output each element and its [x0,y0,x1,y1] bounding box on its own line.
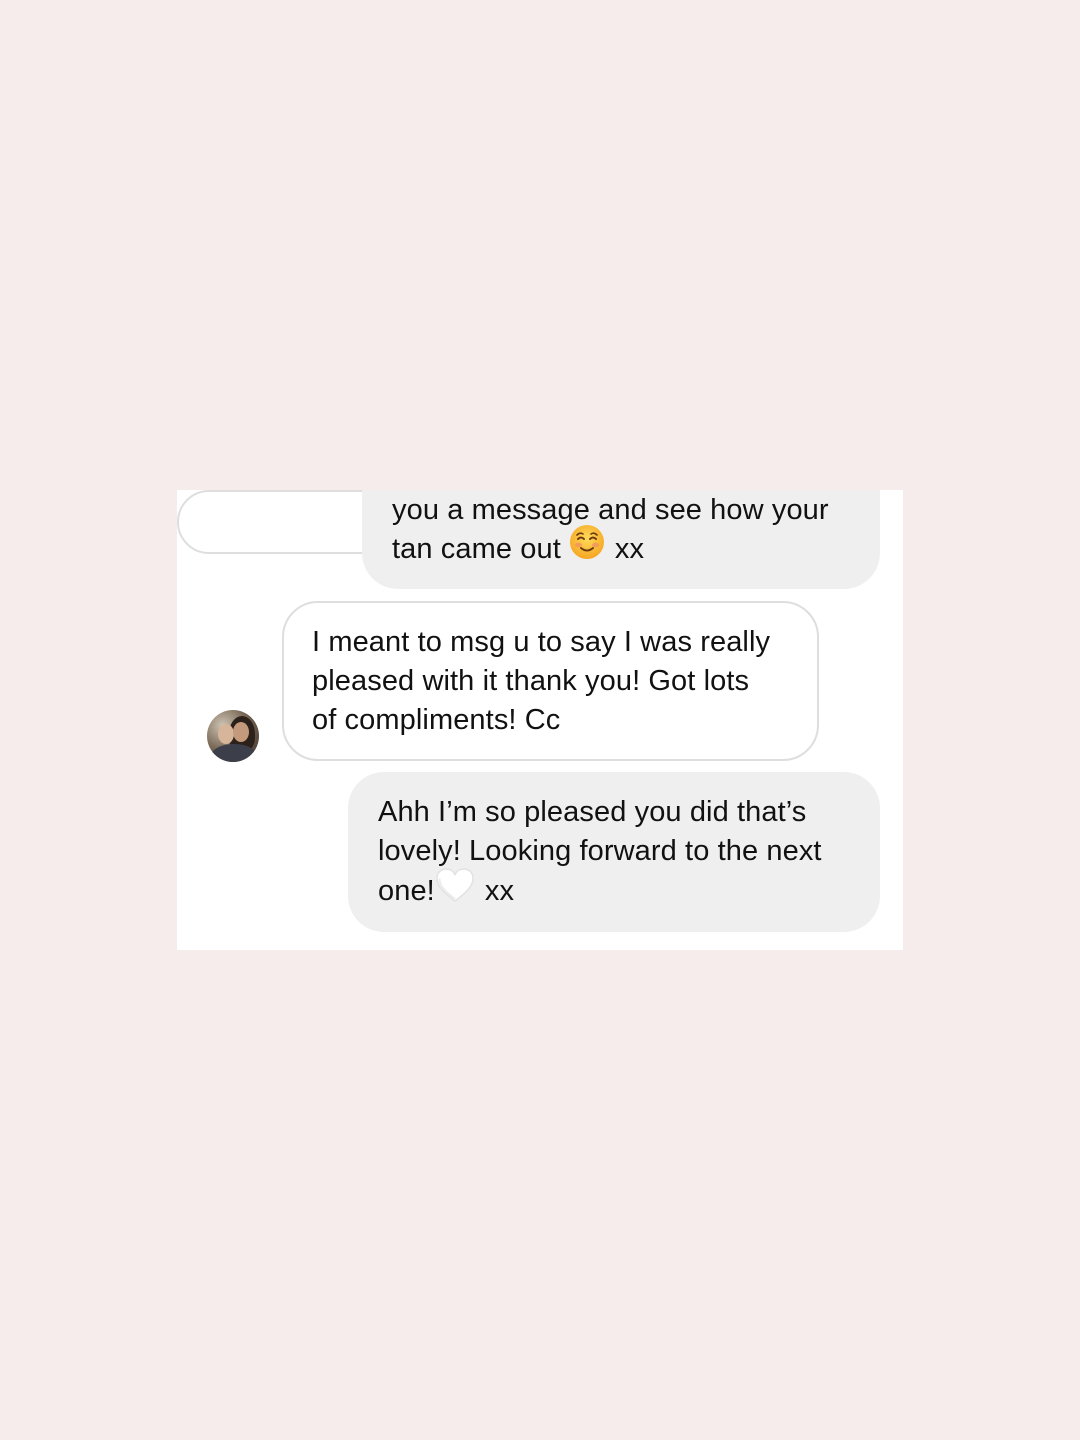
message-text-line: one! xx [378,868,880,914]
message-text-line: pleased with it thank you! Got lots [312,665,750,697]
message-text-line: I meant to msg u to say I was really [312,626,771,658]
message-text-line: of compliments! Cc [312,704,561,736]
contact-avatar[interactable] [207,710,259,762]
outgoing-message-bubble[interactable]: Ahh I’m so pleased you did that’s lovely… [348,772,880,932]
smiling-face-icon [569,524,605,571]
chat-screenshot: you a message and see how your tan came … [177,490,903,950]
message-text-line: lovely! Looking forward to the next [378,835,822,867]
outgoing-message-bubble[interactable]: you a message and see how your tan came … [362,490,880,589]
message-text-line: you a message and see how your [392,494,829,526]
message-text-line: Ahh I’m so pleased you did that’s [378,796,807,828]
message-text-line: tan came out xx [392,525,880,571]
white-heart-icon [435,867,475,914]
incoming-message-bubble[interactable]: I meant to msg u to say I was really ple… [282,601,819,761]
